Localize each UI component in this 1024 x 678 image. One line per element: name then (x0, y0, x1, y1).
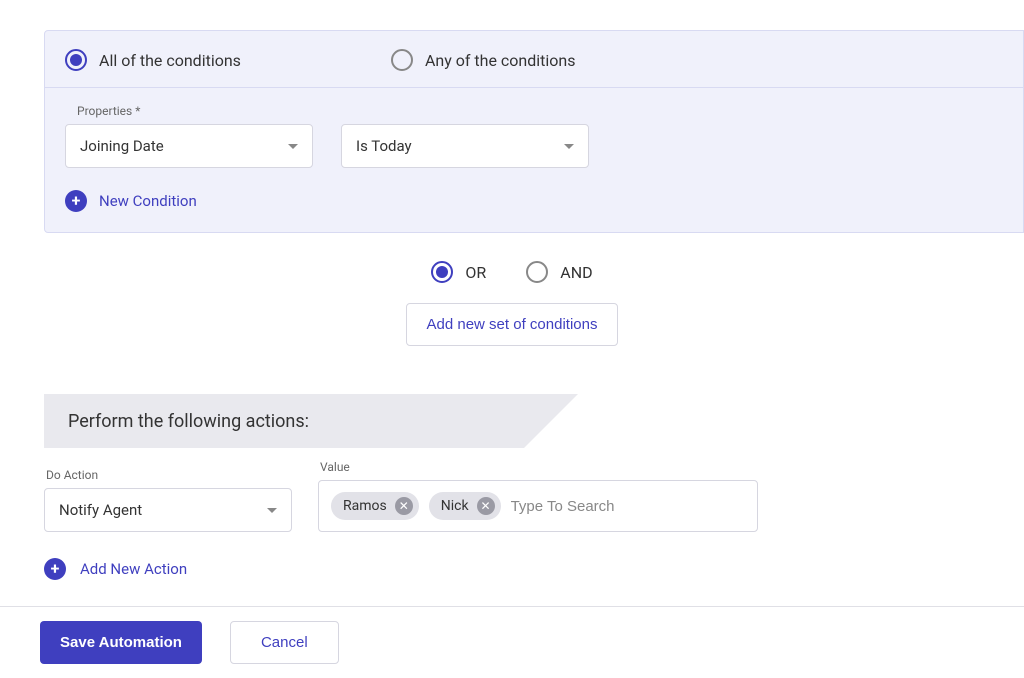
chevron-down-icon (564, 144, 574, 149)
radio-any-label: Any of the conditions (425, 51, 576, 70)
do-action-value: Notify Agent (59, 501, 142, 519)
value-tag-input[interactable]: Ramos ✕ Nick ✕ (318, 480, 758, 532)
tag-remove-icon[interactable]: ✕ (395, 497, 413, 515)
new-condition-label: New Condition (99, 192, 197, 210)
condition-row: Properties * Joining Date Is Today (45, 88, 1023, 168)
cancel-button[interactable]: Cancel (230, 621, 339, 664)
radio-icon (431, 261, 453, 283)
radio-or[interactable]: OR (431, 261, 486, 283)
value-label: Value (318, 460, 758, 474)
condition-match-mode-row: All of the conditions Any of the conditi… (45, 49, 1023, 88)
and-label: AND (560, 263, 592, 282)
footer-bar: Save Automation Cancel (0, 606, 1024, 678)
tag-label: Ramos (343, 498, 387, 514)
radio-icon (526, 261, 548, 283)
radio-icon (65, 49, 87, 71)
conditions-panel: All of the conditions Any of the conditi… (44, 30, 1024, 233)
add-action-label: Add New Action (80, 560, 187, 578)
do-action-label: Do Action (44, 468, 292, 482)
tag-remove-icon[interactable]: ✕ (477, 497, 495, 515)
plus-icon: + (44, 558, 66, 580)
tag-chip: Ramos ✕ (331, 492, 419, 520)
tag-label: Nick (441, 498, 469, 514)
save-automation-button[interactable]: Save Automation (40, 621, 202, 664)
property-select-value: Joining Date (80, 137, 164, 155)
tag-chip: Nick ✕ (429, 492, 501, 520)
actions-header-text: Perform the following actions: (68, 411, 309, 432)
radio-all-label: All of the conditions (99, 51, 241, 70)
chevron-down-icon (288, 144, 298, 149)
add-set-conditions-button[interactable]: Add new set of conditions (406, 303, 619, 346)
chevron-down-icon (267, 508, 277, 513)
new-condition-button[interactable]: + New Condition (45, 168, 1023, 212)
action-row: Do Action Notify Agent Value Ramos ✕ Nic… (44, 460, 1024, 532)
properties-label: Properties * (65, 104, 1003, 118)
operator-select[interactable]: Is Today (341, 124, 589, 168)
property-select[interactable]: Joining Date (65, 124, 313, 168)
actions-header: Perform the following actions: (44, 394, 524, 448)
radio-all-conditions[interactable]: All of the conditions (65, 49, 241, 71)
tag-search-input[interactable] (511, 498, 745, 515)
or-label: OR (465, 263, 486, 282)
radio-any-conditions[interactable]: Any of the conditions (391, 49, 576, 71)
radio-icon (391, 49, 413, 71)
set-logic-row: OR AND (0, 261, 1024, 283)
operator-select-value: Is Today (356, 137, 412, 155)
do-action-select[interactable]: Notify Agent (44, 488, 292, 532)
plus-icon: + (65, 190, 87, 212)
radio-and[interactable]: AND (526, 261, 592, 283)
add-new-action-button[interactable]: + Add New Action (44, 558, 1024, 580)
